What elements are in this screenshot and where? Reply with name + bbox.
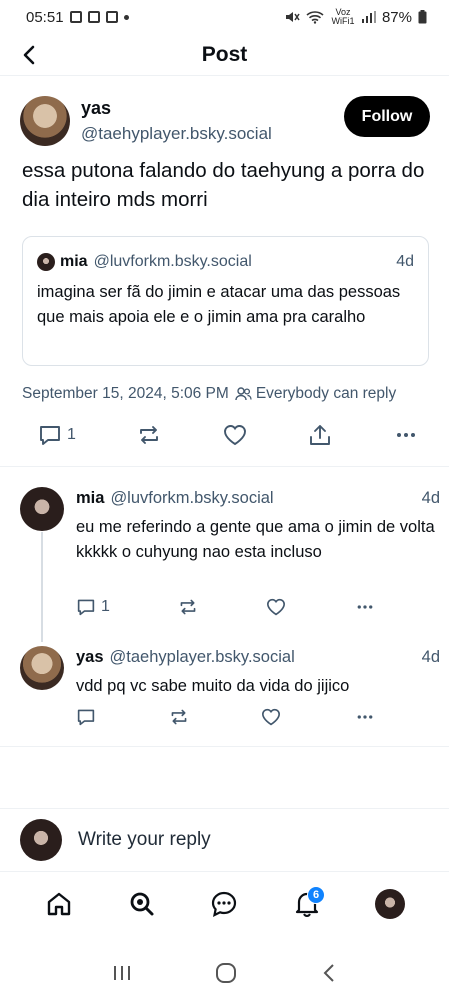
reply-item[interactable]: mia @luvforkm.bsky.social 4d eu me refer… [20,487,440,607]
more-icon [357,605,373,609]
mute-icon [285,12,300,22]
post-timestamp: September 15, 2024, 5:06 PM [22,385,229,402]
avatar[interactable] [20,487,64,531]
reply-actions: 1 [76,598,376,616]
wifi-icon [306,11,324,24]
more-options-button[interactable] [354,708,376,726]
chevron-left-icon [23,45,35,65]
page-title: Post [201,42,248,66]
notification-badge: 6 [307,886,326,904]
reply-button[interactable] [76,708,96,726]
back-button[interactable] [14,38,44,72]
quote-author-name: mia [60,253,88,270]
app-notification-icon [105,11,118,23]
more-icon [357,715,373,719]
reply-button[interactable]: 1 [76,598,110,616]
tab-notifications[interactable]: 6 [287,884,327,924]
repost-icon [180,599,196,615]
repost-button[interactable] [137,424,161,446]
reply-author-handle[interactable]: @luvforkm.bsky.social [110,489,273,508]
reply-text: vdd pq vc sabe muito da vida do jijico [76,677,350,695]
reply-item[interactable]: yas @taehyplayer.bsky.social 4d vdd pq v… [20,646,440,706]
repost-button[interactable] [169,708,189,726]
follow-button[interactable]: Follow [344,96,430,137]
reply-permission-label[interactable]: Everybody can reply [256,385,396,403]
avatar[interactable] [20,646,64,690]
check-notification-icon [87,11,100,23]
repost-icon [171,709,187,725]
avatar [20,819,62,861]
tab-home[interactable] [39,884,79,924]
reply-timestamp: 4d [421,648,440,666]
comment-icon [77,709,95,726]
avatar [37,253,55,271]
reply-composer[interactable]: Write your reply [0,808,449,872]
search-icon [130,892,154,916]
reply-input[interactable]: Write your reply [78,829,211,851]
reply-button[interactable]: 1 [38,424,76,446]
tab-search[interactable] [122,884,162,924]
more-options-button[interactable] [394,424,418,446]
post-actions: 1 [38,424,418,446]
avatar[interactable] [20,96,70,146]
reply-timestamp: 4d [421,489,440,507]
network-label: Voz WiFi1 [331,7,355,26]
reply-text: eu me referindo a gente que ama o jimin … [76,518,435,561]
repost-button[interactable] [178,598,198,616]
like-button[interactable] [261,708,281,726]
more-icon [396,433,415,437]
status-time: 05:51 [26,8,64,26]
post-text: essa putona falando do taehyung a porra … [22,159,425,211]
home-icon [48,892,71,916]
comment-icon [40,426,60,445]
post-author: yas @taehyplayer.bsky.social Follow [20,96,430,148]
post-header: Post [0,34,449,76]
like-button[interactable] [223,424,247,446]
author-name[interactable]: yas [81,98,111,119]
reply-author-handle[interactable]: @taehyplayer.bsky.social [110,648,295,667]
back-nav-icon[interactable] [321,963,337,983]
status-bar: 05:51 Voz WiFi1 87% [0,0,449,34]
recent-apps-icon[interactable] [112,964,132,982]
battery-level: 87% [381,8,412,26]
avatar [374,889,405,919]
quoted-post[interactable]: mia @luvforkm.bsky.social 4d imagina ser… [22,236,429,366]
divider [0,746,449,747]
repost-icon [140,426,159,444]
heart-icon [262,708,281,726]
heart-icon [223,425,246,446]
share-icon [310,425,331,445]
more-options-button[interactable] [354,598,376,616]
like-button[interactable] [266,598,286,616]
reply-count: 1 [67,426,76,443]
tab-profile[interactable] [370,884,410,924]
reply-actions [76,708,376,726]
quote-author-handle: @luvforkm.bsky.social [93,253,252,270]
home-button-icon[interactable] [215,962,237,984]
reply-author-name[interactable]: mia [76,489,104,508]
author-handle[interactable]: @taehyplayer.bsky.social [81,124,272,144]
share-button[interactable] [308,424,332,446]
chat-icon [212,891,237,917]
gallery-notification-icon [69,11,82,23]
quote-text: imagina ser fã do jimin e atacar uma das… [37,283,401,326]
heart-icon [266,598,285,616]
battery-icon [418,10,427,24]
system-navigation-bar [0,945,449,1000]
quote-timestamp: 4d [396,253,414,270]
comment-icon [77,599,95,616]
reply-author-name[interactable]: yas [76,648,104,667]
tab-messages[interactable] [204,884,244,924]
more-notifications-icon [123,14,129,20]
divider [0,466,449,467]
signal-icon [361,11,376,23]
people-icon [235,387,252,401]
reply-count: 1 [101,598,110,615]
bottom-tab-bar: 6 [0,872,449,936]
post-meta: September 15, 2024, 5:06 PM Everybody ca… [22,385,432,403]
